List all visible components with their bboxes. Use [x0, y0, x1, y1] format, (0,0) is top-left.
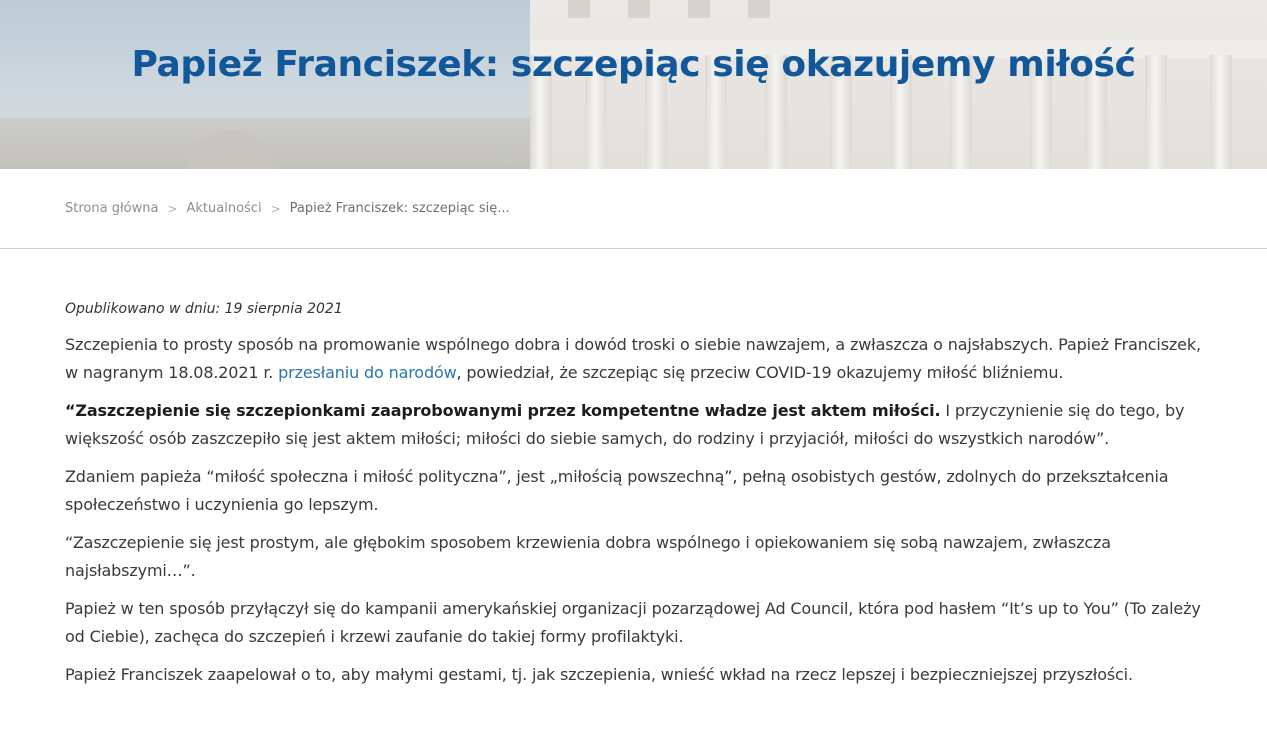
- article-paragraph: Szczepienia to prosty sposób na promowan…: [65, 331, 1202, 387]
- breadcrumb-separator: >: [270, 201, 281, 216]
- article-content: Opublikowano w dniu: 19 sierpnia 2021 Sz…: [0, 249, 1267, 689]
- hero-banner: Papież Franciszek: szczepiąc się okazuje…: [0, 0, 1267, 169]
- article-paragraph: Papież w ten sposób przyłączył się do ka…: [65, 599, 1201, 646]
- article-paragraph: Zdaniem papieża “miłość społeczna i miło…: [65, 467, 1169, 514]
- breadcrumb: Strona główna > Aktualności > Papież Fra…: [0, 169, 1267, 249]
- article-paragraph: “Zaszczepienie się jest prostym, ale głę…: [65, 533, 1111, 580]
- paragraph-text: , powiedział, że szczepiąc się przeciw C…: [456, 363, 1064, 382]
- breadcrumb-separator: >: [167, 201, 178, 216]
- page-title: Papież Franciszek: szczepiąc się okazuje…: [131, 44, 1136, 85]
- breadcrumb-news-link[interactable]: Aktualności: [187, 201, 262, 216]
- message-to-nations-link[interactable]: przesłaniu do narodów: [278, 363, 457, 382]
- article-paragraph: “Zaszczepienie się szczepionkami zaaprob…: [65, 397, 1202, 453]
- quote-bold: “Zaszczepienie się szczepionkami zaaprob…: [65, 401, 941, 420]
- publish-date: Opublikowano w dniu: 19 sierpnia 2021: [65, 301, 343, 317]
- breadcrumb-current: Papież Franciszek: szczepiąc się...: [289, 201, 510, 216]
- breadcrumb-home-link[interactable]: Strona główna: [65, 201, 158, 216]
- article-paragraph: Papież Franciszek zaapelował o to, aby m…: [65, 665, 1133, 684]
